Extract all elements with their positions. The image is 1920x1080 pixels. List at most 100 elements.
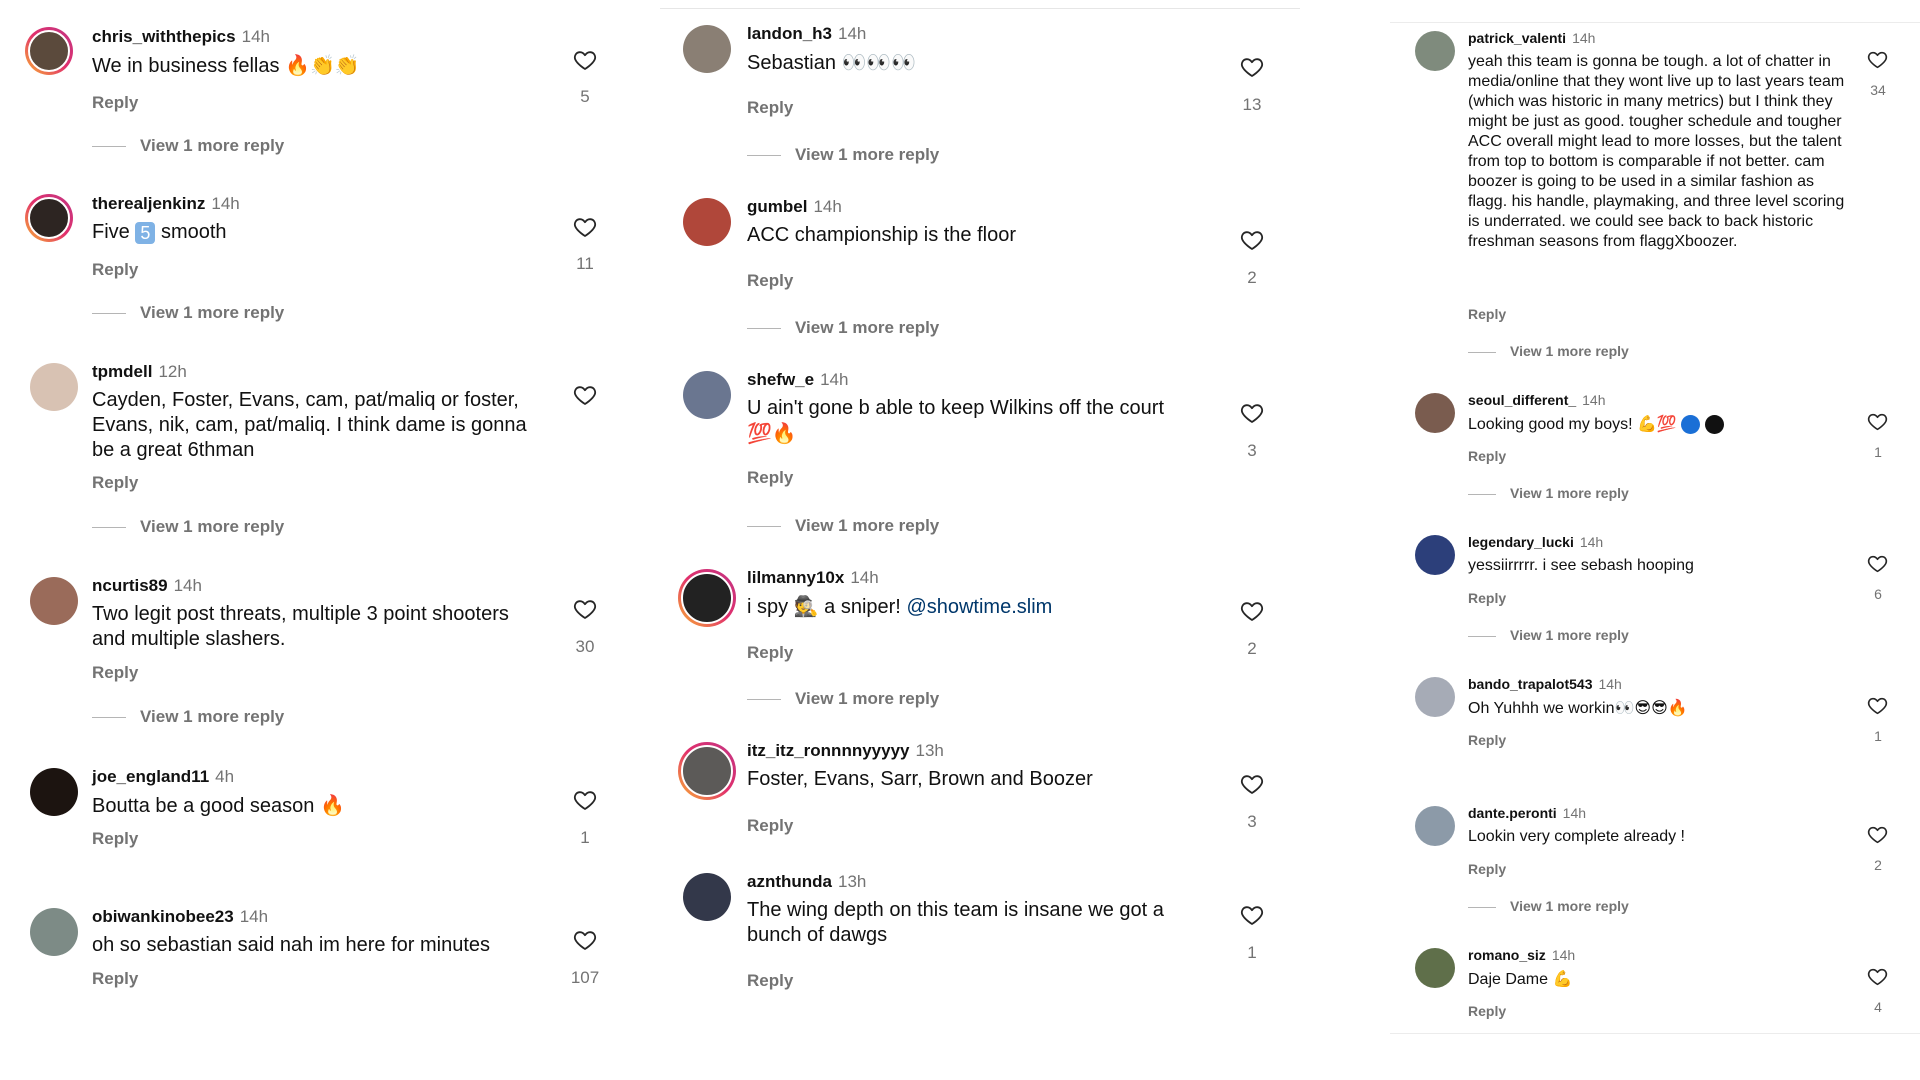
comment-username[interactable]: gumbel bbox=[747, 197, 807, 216]
heart-icon[interactable] bbox=[573, 597, 597, 621]
comment-username[interactable]: itz_itz_ronnnnyyyyy bbox=[747, 741, 910, 760]
reply-button[interactable]: Reply bbox=[747, 971, 793, 991]
comment-timestamp: 14h bbox=[211, 194, 240, 213]
avatar[interactable] bbox=[1415, 31, 1455, 71]
reply-button[interactable]: Reply bbox=[92, 829, 138, 849]
comment-username[interactable]: therealjenkinz bbox=[92, 194, 205, 213]
comment-emoji: 💪💯 bbox=[1637, 414, 1677, 433]
reply-button[interactable]: Reply bbox=[747, 468, 793, 488]
heart-icon[interactable] bbox=[1240, 772, 1264, 796]
view-replies-button[interactable]: View 1 more reply bbox=[747, 689, 939, 709]
avatar[interactable] bbox=[1415, 535, 1455, 575]
avatar[interactable] bbox=[683, 25, 731, 73]
view-replies-button[interactable]: View 1 more reply bbox=[1468, 898, 1629, 914]
reply-button[interactable]: Reply bbox=[92, 663, 138, 683]
comment-username[interactable]: aznthunda bbox=[747, 872, 832, 891]
heart-icon[interactable] bbox=[1240, 903, 1264, 927]
reply-button[interactable]: Reply bbox=[92, 969, 138, 989]
comment-username[interactable]: chris_withthepics bbox=[92, 27, 236, 46]
view-replies-label: View 1 more reply bbox=[1510, 627, 1629, 643]
comment-username[interactable]: landon_h3 bbox=[747, 24, 832, 43]
view-replies-button[interactable]: View 1 more reply bbox=[92, 517, 284, 537]
view-replies-button[interactable]: View 1 more reply bbox=[1468, 627, 1629, 643]
avatar[interactable] bbox=[683, 198, 731, 246]
avatar[interactable] bbox=[1415, 948, 1455, 988]
reply-button[interactable]: Reply bbox=[1468, 861, 1506, 877]
avatar[interactable] bbox=[683, 873, 731, 921]
comment-username[interactable]: dante.peronti bbox=[1468, 805, 1557, 821]
reply-button[interactable]: Reply bbox=[747, 816, 793, 836]
avatar[interactable] bbox=[25, 194, 73, 242]
view-replies-button[interactable]: View 1 more reply bbox=[92, 136, 284, 156]
reply-button[interactable]: Reply bbox=[747, 271, 793, 291]
reply-button[interactable]: Reply bbox=[92, 93, 138, 113]
comment-username[interactable]: lilmanny10x bbox=[747, 568, 844, 587]
reply-button[interactable]: Reply bbox=[747, 98, 793, 118]
heart-icon[interactable] bbox=[1867, 824, 1888, 845]
reply-button[interactable]: Reply bbox=[1468, 1003, 1506, 1019]
avatar[interactable] bbox=[1415, 806, 1455, 846]
avatar[interactable] bbox=[683, 371, 731, 419]
heart-icon[interactable] bbox=[1867, 411, 1888, 432]
like-count: 5 bbox=[580, 87, 590, 106]
heart-icon[interactable] bbox=[573, 788, 597, 812]
heart-icon[interactable] bbox=[1867, 49, 1888, 70]
comment-username[interactable]: patrick_valenti bbox=[1468, 30, 1566, 46]
comment-username[interactable]: seoul_different_ bbox=[1468, 392, 1576, 408]
reply-button[interactable]: Reply bbox=[1468, 306, 1506, 322]
reply-button[interactable]: Reply bbox=[1468, 448, 1506, 464]
comment-timestamp: 14h bbox=[838, 24, 867, 43]
reply-button[interactable]: Reply bbox=[92, 260, 138, 280]
comment-username[interactable]: legendary_lucki bbox=[1468, 534, 1574, 550]
reply-button[interactable]: Reply bbox=[1468, 590, 1506, 606]
avatar[interactable] bbox=[1415, 393, 1455, 433]
view-replies-label: View 1 more reply bbox=[140, 136, 285, 155]
comment-timestamp: 12h bbox=[158, 362, 187, 381]
like-count: 1 bbox=[580, 828, 590, 847]
divider bbox=[92, 527, 126, 529]
avatar[interactable] bbox=[25, 27, 73, 75]
divider bbox=[92, 146, 126, 148]
avatar[interactable] bbox=[30, 363, 78, 411]
view-replies-button[interactable]: View 1 more reply bbox=[1468, 343, 1629, 359]
heart-icon[interactable] bbox=[1867, 553, 1888, 574]
heart-icon[interactable] bbox=[573, 215, 597, 239]
comment-username[interactable]: joe_england11 bbox=[92, 767, 209, 786]
avatar[interactable] bbox=[678, 742, 736, 800]
view-replies-button[interactable]: View 1 more reply bbox=[747, 145, 939, 165]
avatar[interactable] bbox=[678, 569, 736, 627]
avatar[interactable] bbox=[30, 908, 78, 956]
comment-username[interactable]: romano_siz bbox=[1468, 947, 1546, 963]
heart-icon[interactable] bbox=[1240, 55, 1264, 79]
comment-timestamp: 14h bbox=[1562, 805, 1587, 821]
comment-username[interactable]: shefw_e bbox=[747, 370, 814, 389]
mention-link[interactable]: @showtime.slim bbox=[906, 596, 1052, 618]
heart-icon[interactable] bbox=[573, 48, 597, 72]
view-replies-label: View 1 more reply bbox=[140, 517, 285, 536]
reply-button[interactable]: Reply bbox=[747, 643, 793, 663]
heart-icon[interactable] bbox=[573, 383, 597, 407]
heart-icon[interactable] bbox=[1867, 695, 1888, 716]
comment-text: Looking good my boys! bbox=[1468, 416, 1633, 433]
heart-icon[interactable] bbox=[1240, 401, 1264, 425]
reply-button[interactable]: Reply bbox=[92, 473, 138, 493]
view-replies-button[interactable]: View 1 more reply bbox=[1468, 485, 1629, 501]
heart-icon[interactable] bbox=[1240, 228, 1264, 252]
heart-icon[interactable] bbox=[1240, 599, 1264, 623]
comment-emoji: 🔥 bbox=[319, 793, 345, 817]
view-replies-button[interactable]: View 1 more reply bbox=[92, 707, 284, 727]
comment-username[interactable]: ncurtis89 bbox=[92, 576, 168, 595]
avatar[interactable] bbox=[30, 768, 78, 816]
avatar[interactable] bbox=[30, 577, 78, 625]
view-replies-button[interactable]: View 1 more reply bbox=[747, 516, 939, 536]
comment-username[interactable]: tpmdell bbox=[92, 362, 152, 381]
comment-username[interactable]: bando_trapalot543 bbox=[1468, 676, 1592, 692]
view-replies-button[interactable]: View 1 more reply bbox=[92, 303, 284, 323]
comment-username[interactable]: obiwankinobee23 bbox=[92, 907, 234, 926]
heart-icon[interactable] bbox=[573, 928, 597, 952]
reply-button[interactable]: Reply bbox=[1468, 732, 1506, 748]
like-count: 3 bbox=[1247, 441, 1257, 460]
view-replies-button[interactable]: View 1 more reply bbox=[747, 318, 939, 338]
heart-icon[interactable] bbox=[1867, 966, 1888, 987]
avatar[interactable] bbox=[1415, 677, 1455, 717]
